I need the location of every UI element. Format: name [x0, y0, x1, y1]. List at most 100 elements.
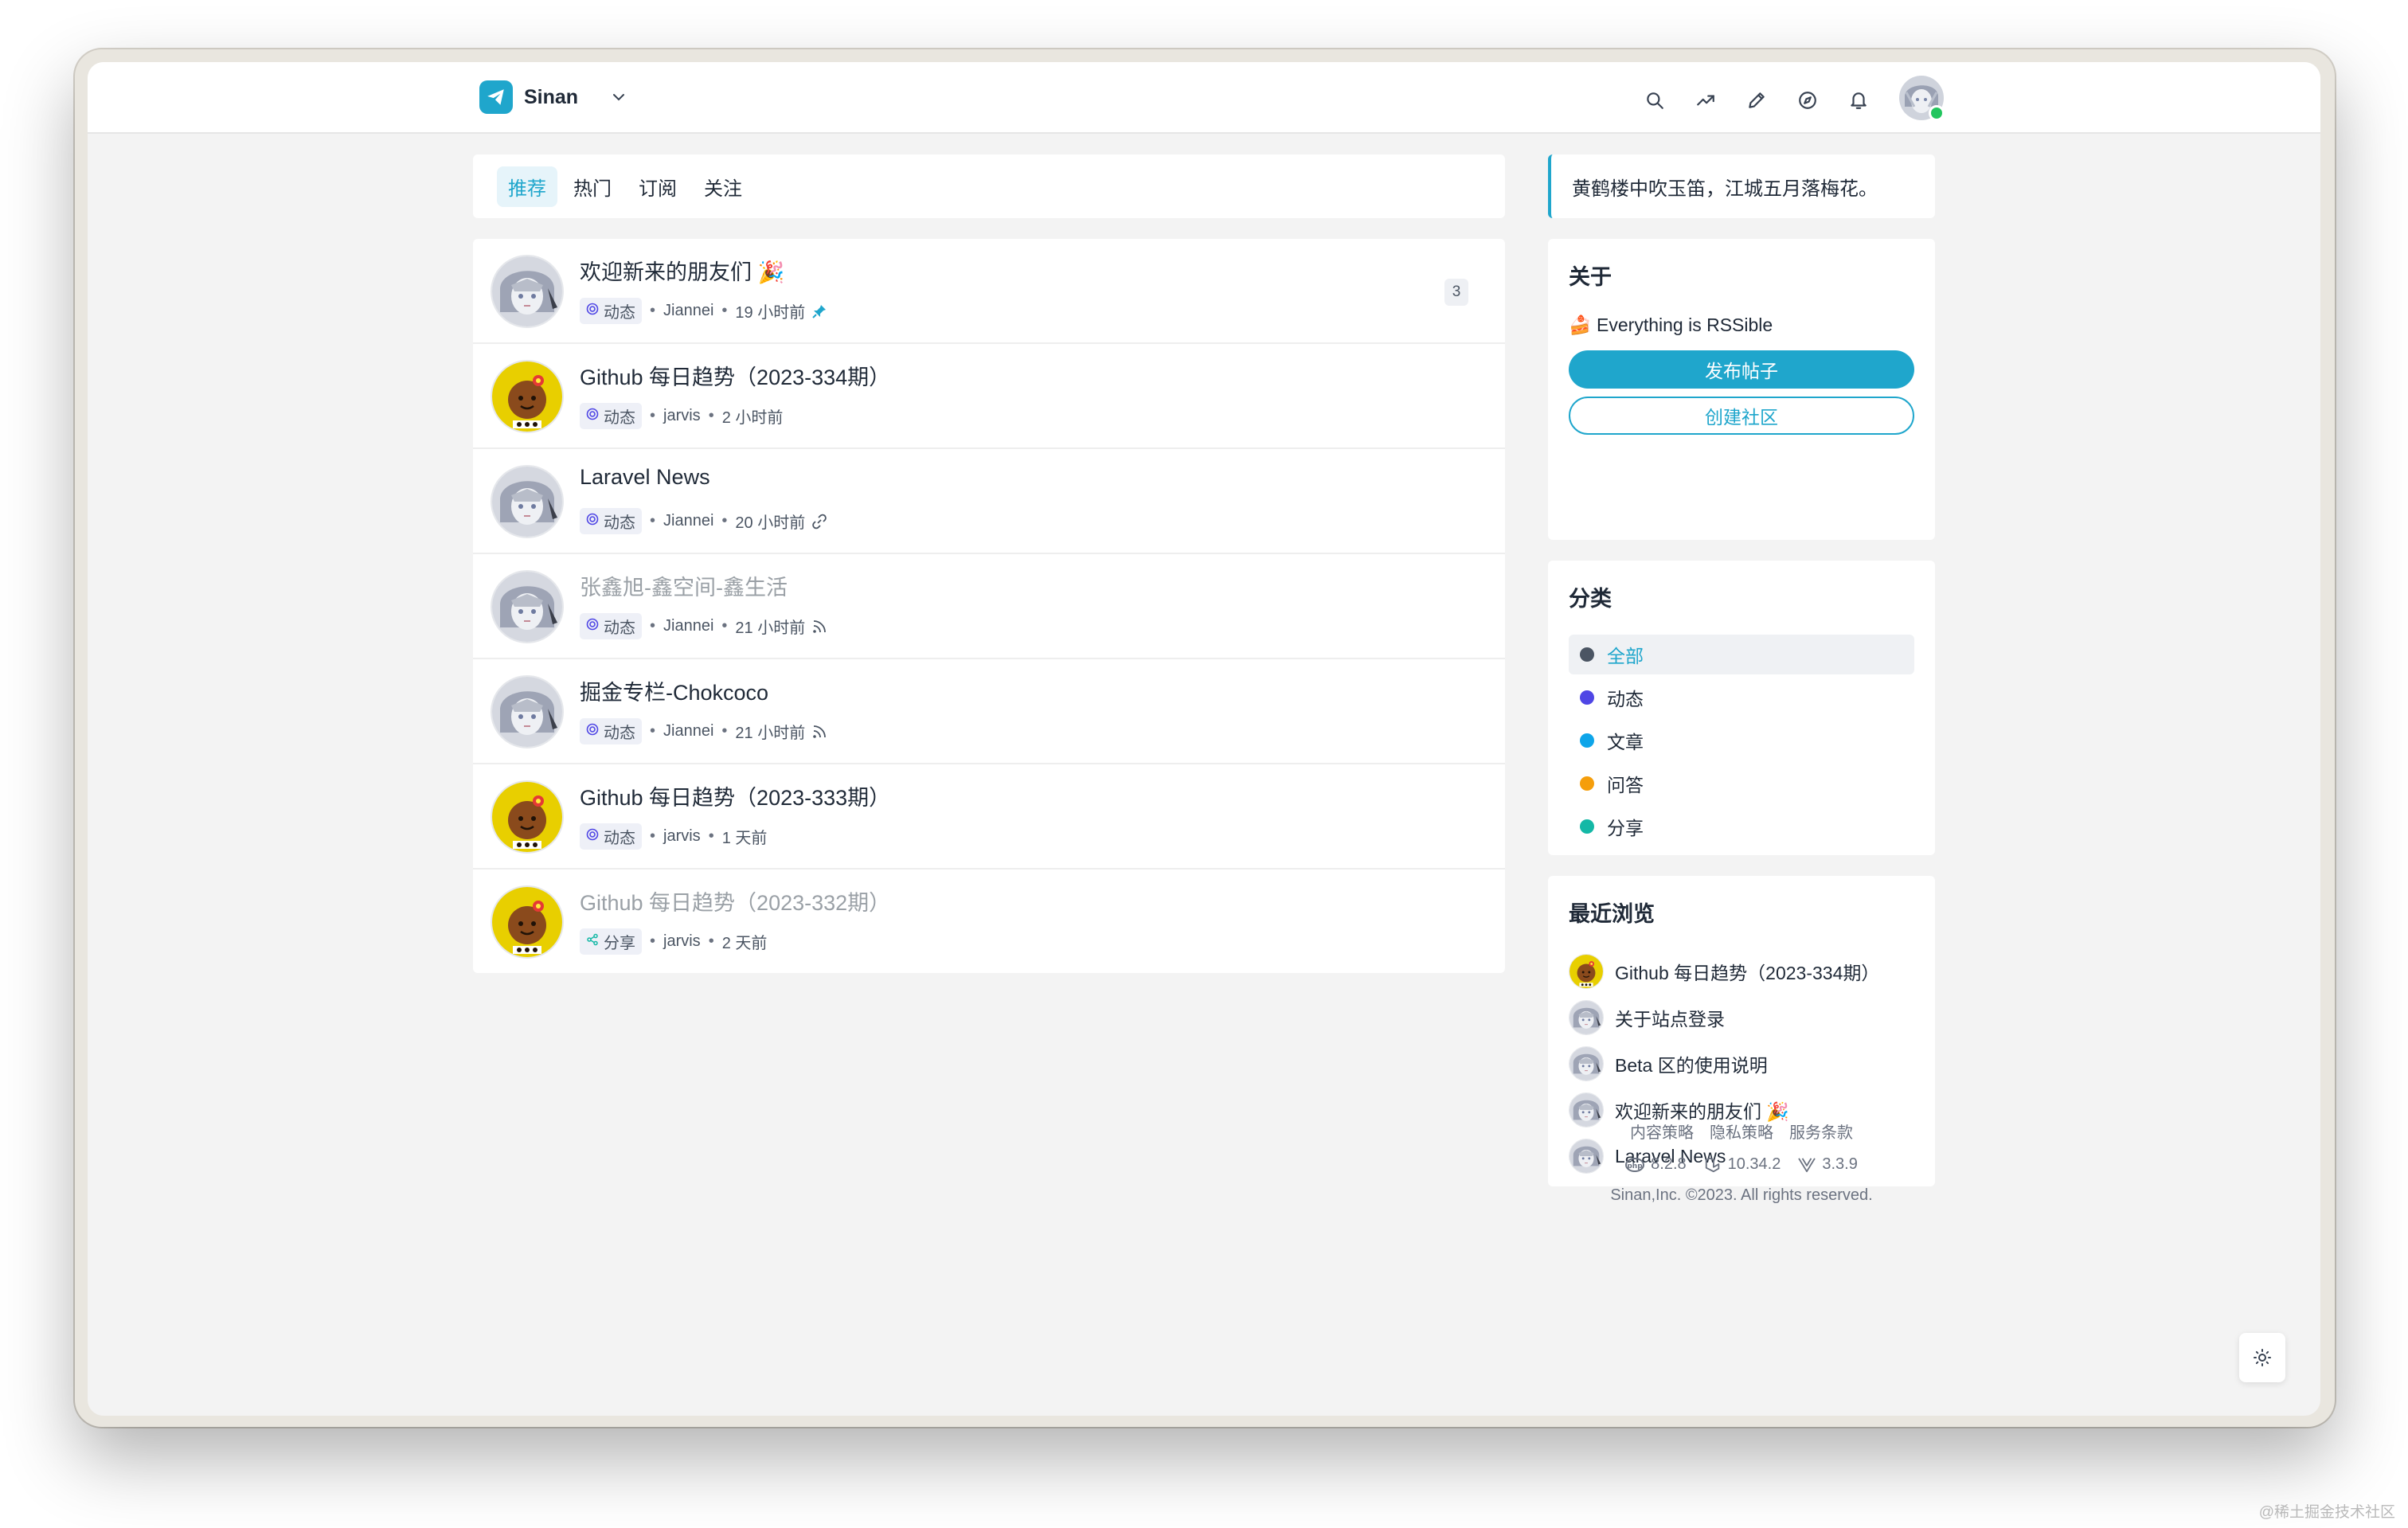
post-title[interactable]: Laravel News: [580, 465, 710, 490]
user-avatar[interactable]: [1898, 75, 1945, 121]
post-title[interactable]: Github 每日趋势（2023-332期）: [580, 885, 890, 916]
brand[interactable]: Sinan: [479, 80, 629, 115]
post-row[interactable]: Laravel News 动态 • Jiannei • 20 小时前: [473, 449, 1505, 554]
category-label: 文章: [1607, 732, 1644, 752]
category-item[interactable]: 问答: [1569, 764, 1914, 803]
post-title[interactable]: 张鑫旭-鑫空间-鑫生活: [580, 570, 788, 601]
recent-label: 关于站点登录: [1615, 1009, 1725, 1030]
feed-icon: [586, 407, 604, 425]
post-title[interactable]: Github 每日趋势（2023-333期）: [580, 780, 890, 811]
categories-title: 分类: [1569, 587, 1612, 611]
post-tag[interactable]: 分享: [580, 928, 642, 955]
post-meta: 动态 • Jiannei • 20 小时前: [580, 508, 827, 534]
post-author[interactable]: Jiannei: [663, 302, 713, 320]
post-author-avatar[interactable]: [491, 360, 564, 433]
meta-separator: •: [650, 302, 656, 319]
bell-icon[interactable]: [1841, 83, 1876, 118]
svg-text:php: php: [1627, 1163, 1643, 1170]
search-icon[interactable]: [1637, 83, 1672, 118]
post-tag[interactable]: 动态: [580, 718, 642, 744]
post-author-avatar[interactable]: [491, 885, 564, 959]
category-item[interactable]: 全部: [1569, 635, 1914, 674]
post-row[interactable]: Github 每日趋势（2023-333期） 动态 • jarvis • 1 天前: [473, 764, 1505, 870]
trending-icon[interactable]: [1688, 83, 1723, 118]
chevron-down-icon[interactable]: [608, 87, 629, 107]
post-tag[interactable]: 动态: [580, 823, 642, 850]
post-tag[interactable]: 动态: [580, 403, 642, 429]
sun-icon: [2254, 1349, 2271, 1366]
laravel-version-value: 10.34.2: [1727, 1155, 1781, 1173]
post-title[interactable]: 掘金专栏-Chokcoco: [580, 675, 768, 706]
footer-link-terms[interactable]: 服务条款: [1789, 1120, 1853, 1143]
vue-version: 3.3.9: [1798, 1155, 1858, 1174]
site-footer: 内容策略 隐私策略 服务条款 php 8.2.8 10.34.2 3.3.9 S…: [1548, 1120, 1935, 1205]
post-row[interactable]: 掘金专栏-Chokcoco 动态 • Jiannei • 21 小时前: [473, 659, 1505, 764]
categories-card: 分类 全部动态文章问答分享: [1548, 561, 1935, 855]
meta-separator: •: [708, 827, 714, 845]
tab-recommended[interactable]: 推荐: [497, 166, 557, 207]
recent-avatar: [1569, 1046, 1604, 1081]
category-label: 动态: [1607, 689, 1644, 709]
rss-icon: [811, 724, 827, 740]
post-tag[interactable]: 动态: [580, 508, 642, 534]
about-title: 关于: [1569, 265, 1612, 289]
post-author-avatar[interactable]: [491, 570, 564, 643]
main-column: 推荐 热门 订阅 关注 欢迎新来的朋友们 🎉 动态 • Jiannei • 19 小时前 3…: [473, 154, 1505, 973]
feed-icon: [586, 512, 604, 530]
explore-icon[interactable]: [1790, 83, 1825, 118]
recent-label: Github 每日趋势（2023-334期）: [1615, 963, 1880, 983]
footer-link-content-policy[interactable]: 内容策略: [1630, 1120, 1694, 1143]
post-row[interactable]: 张鑫旭-鑫空间-鑫生活 动态 • Jiannei • 21 小时前: [473, 554, 1505, 659]
post-tag[interactable]: 动态: [580, 298, 642, 324]
post-tag[interactable]: 动态: [580, 613, 642, 639]
post-author-avatar[interactable]: [491, 780, 564, 854]
php-version: php 8.2.8: [1625, 1155, 1687, 1174]
post-meta: 动态 • jarvis • 1 天前: [580, 823, 767, 850]
post-title[interactable]: 欢迎新来的朋友们 🎉: [580, 255, 784, 286]
tab-following[interactable]: 关注: [693, 166, 753, 207]
post-time: 1 天前: [721, 830, 768, 847]
category-item[interactable]: 文章: [1569, 721, 1914, 760]
category-item[interactable]: 分享: [1569, 807, 1914, 846]
post-row[interactable]: Github 每日趋势（2023-334期） 动态 • jarvis • 2 小时前: [473, 344, 1505, 449]
create-community-button[interactable]: 创建社区: [1569, 397, 1914, 435]
footer-versions: php 8.2.8 10.34.2 3.3.9: [1548, 1155, 1935, 1174]
post-author[interactable]: Jiannei: [663, 722, 713, 741]
meta-separator: •: [721, 722, 728, 740]
post-author-avatar[interactable]: [491, 465, 564, 538]
browser-window: Sinan 推荐 热门 订阅 关注 欢迎新来的朋友们 🎉 动态 • Jianne…: [88, 62, 2320, 1416]
new-post-button[interactable]: 发布帖子: [1569, 350, 1914, 389]
pin-icon: [811, 303, 827, 319]
post-author-avatar[interactable]: [491, 675, 564, 748]
meta-separator: •: [650, 407, 656, 424]
post-row[interactable]: Github 每日趋势（2023-332期） 分享 • jarvis • 2 天前: [473, 870, 1505, 973]
post-author[interactable]: Jiannei: [663, 617, 713, 635]
post-tag-label: 动态: [604, 304, 635, 322]
post-author[interactable]: jarvis: [663, 932, 701, 951]
recent-avatar: [1569, 1000, 1604, 1035]
recent-item[interactable]: 关于站点登录: [1569, 995, 1914, 1041]
post-author-avatar[interactable]: [491, 255, 564, 328]
link-icon: [811, 514, 827, 530]
recent-item[interactable]: Beta 区的使用说明: [1569, 1041, 1914, 1087]
footer-link-privacy[interactable]: 隐私策略: [1710, 1120, 1773, 1143]
recent-item[interactable]: Github 每日趋势（2023-334期）: [1569, 948, 1914, 995]
compose-icon[interactable]: [1739, 83, 1774, 118]
post-title[interactable]: Github 每日趋势（2023-334期）: [580, 360, 890, 391]
footer-links: 内容策略 隐私策略 服务条款: [1548, 1120, 1935, 1143]
tab-subscribed[interactable]: 订阅: [627, 166, 688, 207]
post-author[interactable]: jarvis: [663, 407, 701, 425]
recent-label: Beta 区的使用说明: [1615, 1055, 1768, 1076]
recent-avatar: [1569, 954, 1604, 989]
brand-name: Sinan: [524, 85, 579, 108]
share-icon: [586, 932, 604, 951]
category-item[interactable]: 动态: [1569, 678, 1914, 717]
post-author[interactable]: jarvis: [663, 827, 701, 846]
sidebar: 黄鹤楼中吹玉笛，江城五月落梅花。 关于 🍰 Everything is RSSi…: [1548, 154, 1935, 1207]
theme-toggle-button[interactable]: [2239, 1333, 2285, 1382]
post-row[interactable]: 欢迎新来的朋友们 🎉 动态 • Jiannei • 19 小时前 3: [473, 239, 1505, 344]
post-list: 欢迎新来的朋友们 🎉 动态 • Jiannei • 19 小时前 3 Github 每日趋势（…: [473, 239, 1505, 973]
meta-separator: •: [650, 932, 656, 950]
tab-hot[interactable]: 热门: [562, 166, 623, 207]
post-author[interactable]: Jiannei: [663, 512, 713, 530]
